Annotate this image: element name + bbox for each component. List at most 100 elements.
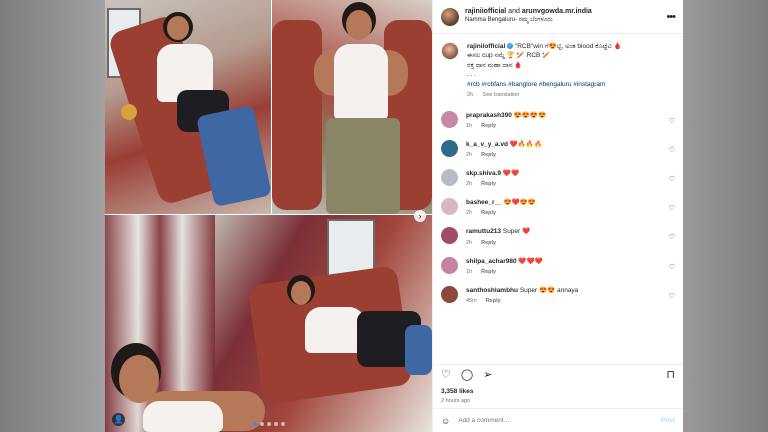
comment-like-heart-icon[interactable]: ♡ bbox=[669, 233, 675, 241]
collaborator-username-link[interactable]: arunvgowda.mr.india bbox=[522, 8, 592, 15]
comment-time: 2h bbox=[466, 152, 473, 159]
comment-item: praprakash390 😍😍😍😍 1h Reply ♡ bbox=[441, 111, 675, 129]
heart-icon[interactable]: ♡ bbox=[441, 370, 451, 381]
caption-meta: 2h See translation bbox=[467, 92, 622, 100]
commenter-username-link[interactable]: shilpa_achar980 bbox=[466, 258, 517, 265]
comment-text: skp.shiva.9 ❤️❤️ bbox=[466, 169, 669, 178]
comment-time: 45m bbox=[466, 297, 477, 304]
comments-scroll-area[interactable]: rajiniiofficial ✓ "RCB"win ಗೆ😍ಟ್ಟಿ, ಅಂತ … bbox=[433, 34, 683, 364]
commenter-avatar[interactable] bbox=[441, 256, 458, 274]
comment-body: praprakash390 😍😍😍😍 1h Reply bbox=[466, 111, 669, 129]
comment-item: ramuttu213 Super ❤️ 2h Reply ♡ bbox=[441, 227, 675, 246]
reply-button[interactable]: Reply bbox=[481, 152, 496, 158]
comment-meta: 2h Reply bbox=[466, 152, 669, 158]
comment-meta: 1h Reply bbox=[466, 269, 669, 275]
comment-icon[interactable]: ◯ bbox=[461, 370, 473, 381]
add-comment-input[interactable] bbox=[458, 417, 661, 424]
comment-body: skp.shiva.9 ❤️❤️ 2h Reply bbox=[466, 169, 669, 187]
verified-badge-icon: ✓ bbox=[507, 43, 514, 50]
reply-button[interactable]: Reply bbox=[481, 123, 496, 129]
comment-like-heart-icon[interactable]: ♡ bbox=[669, 263, 675, 271]
photo-woman-donating-blood bbox=[105, 0, 271, 214]
commenter-username-link[interactable]: ramuttu213 bbox=[466, 228, 501, 235]
comment-item: skp.shiva.9 ❤️❤️ 2h Reply ♡ bbox=[441, 169, 675, 187]
see-translation-link[interactable]: See translation bbox=[483, 92, 520, 98]
comment-body: santhoshlambhu Super 😍😍 annaya 45m Reply bbox=[466, 286, 669, 304]
comment-text: bashee_r__ 😍❤️😍😍 bbox=[466, 198, 669, 207]
comment-text: shilpa_achar980 ❤️❤️❤️ bbox=[466, 257, 669, 266]
pagination-dot bbox=[259, 422, 264, 426]
commenter-username-link[interactable]: bashee_r__ bbox=[466, 199, 502, 206]
commenter-avatar[interactable] bbox=[441, 285, 458, 303]
reply-button[interactable]: Reply bbox=[481, 269, 496, 275]
comment-like-heart-icon[interactable]: ♡ bbox=[669, 175, 675, 183]
comment-meta: 45m Reply bbox=[466, 298, 669, 304]
likes-count[interactable]: 3,358 likes bbox=[433, 386, 683, 395]
post-comment-button[interactable]: Post bbox=[661, 417, 675, 424]
comment-item: k_a_v_y_a.vd ❤️🔥🔥🔥 2h Reply ♡ bbox=[441, 140, 675, 158]
comment-meta: 2h Reply bbox=[466, 210, 669, 216]
carousel-next-icon[interactable]: › bbox=[414, 210, 426, 222]
comment-time: 1h bbox=[466, 268, 473, 275]
pagination-dot bbox=[252, 422, 257, 426]
commenter-username-link[interactable]: santhoshlambhu bbox=[466, 287, 518, 294]
comment-like-heart-icon[interactable]: ♡ bbox=[669, 117, 675, 125]
caption-author-avatar[interactable] bbox=[441, 42, 459, 60]
comments-list: praprakash390 😍😍😍😍 1h Reply ♡ k_a_v_y_a.vd ❤… bbox=[441, 111, 675, 304]
reply-button[interactable]: Reply bbox=[481, 210, 496, 216]
comment-message: ❤️🔥🔥🔥 bbox=[509, 141, 543, 149]
commenter-avatar[interactable] bbox=[441, 227, 458, 245]
comment-message: 😍❤️😍😍 bbox=[503, 199, 536, 207]
comment-time: 2h bbox=[466, 239, 473, 246]
reply-button[interactable]: Reply bbox=[486, 298, 501, 304]
share-icon[interactable]: ➢ bbox=[483, 370, 492, 381]
comment-like-heart-icon[interactable]: ♡ bbox=[669, 204, 675, 212]
comment-body: bashee_r__ 😍❤️😍😍 2h Reply bbox=[466, 198, 669, 216]
caption-line-1: "RCB"win ಗೆ😍ಟ್ಟಿ, ಅಂತ blood ಕೊಟ್ಟೆವಿ 🩸 bbox=[514, 43, 622, 50]
comment-message: Super ❤️ bbox=[502, 228, 531, 236]
caption-hashtags[interactable]: #rcb #rcbfans #banglore #bengaluru #inst… bbox=[467, 80, 622, 89]
action-bar: ♡ ◯ ➢ ⊓ bbox=[433, 364, 683, 386]
smiley-icon[interactable]: ☺ bbox=[441, 416, 450, 426]
comment-body: k_a_v_y_a.vd ❤️🔥🔥🔥 2h Reply bbox=[466, 140, 669, 158]
caption-username-link[interactable]: rajiniiofficial bbox=[467, 43, 505, 50]
comment-item: santhoshlambhu Super 😍😍 annaya 45m Reply ♡ bbox=[441, 285, 675, 304]
caption-dots: . . . bbox=[467, 71, 477, 79]
post-media-carousel[interactable]: › 👤 bbox=[105, 0, 432, 432]
comment-meta: 1h Reply bbox=[466, 123, 669, 129]
commenter-username-link[interactable]: k_a_v_y_a.vd bbox=[466, 141, 508, 148]
pagination-dot bbox=[273, 422, 278, 426]
add-comment-bar: ☺ Post bbox=[433, 408, 683, 432]
comment-time: 2h bbox=[466, 181, 473, 188]
commenter-username-link[interactable]: skp.shiva.9 bbox=[466, 170, 501, 177]
commenter-avatar[interactable] bbox=[441, 111, 458, 129]
author-avatar[interactable] bbox=[441, 7, 459, 26]
carousel-pagination bbox=[105, 422, 432, 426]
caption-body: rajiniiofficial ✓ "RCB"win ಗೆ😍ಟ್ಟಿ, ಅಂತ … bbox=[467, 42, 622, 100]
reply-button[interactable]: Reply bbox=[481, 240, 496, 246]
reply-button[interactable]: Reply bbox=[481, 181, 496, 187]
comment-like-heart-icon[interactable]: ♡ bbox=[669, 292, 675, 300]
commenter-avatar[interactable] bbox=[441, 140, 458, 158]
author-username-link[interactable]: rajiniiofficial bbox=[465, 8, 506, 15]
caption-line-2: ಈಸಲ cup ನಮ್ದೆ 🏆 🏏 RCB 🏏 bbox=[467, 52, 551, 60]
pagination-dot bbox=[266, 422, 271, 426]
more-options-icon[interactable]: ••• bbox=[666, 11, 676, 23]
pagination-dot bbox=[280, 422, 285, 426]
commenter-username-link[interactable]: praprakash390 bbox=[466, 112, 512, 119]
comment-message: ❤️❤️ bbox=[502, 170, 520, 178]
caption-time: 2h bbox=[467, 92, 474, 99]
photo-man-donating-blood bbox=[272, 0, 432, 214]
comment-body: shilpa_achar980 ❤️❤️❤️ 1h Reply bbox=[466, 257, 669, 275]
location-link[interactable]: Namma Bengaluru- ನಮ್ಮ ಬೆಂಗಳೂರು bbox=[465, 17, 666, 25]
commenter-avatar[interactable] bbox=[441, 169, 458, 187]
commenter-avatar[interactable] bbox=[441, 198, 458, 216]
post-modal: › 👤 rajiniiofficial and arunvgowda.mr.in… bbox=[105, 0, 683, 432]
bookmark-icon[interactable]: ⊓ bbox=[666, 370, 675, 381]
comment-message: Super 😍😍 annaya bbox=[519, 286, 579, 294]
comment-body: ramuttu213 Super ❤️ 2h Reply bbox=[466, 227, 669, 245]
header-usernames: rajiniiofficial and arunvgowda.mr.india bbox=[465, 8, 666, 17]
comment-text: k_a_v_y_a.vd ❤️🔥🔥🔥 bbox=[466, 140, 669, 149]
comment-time: 1h bbox=[466, 123, 473, 130]
comment-like-heart-icon[interactable]: ♡ bbox=[669, 146, 675, 154]
